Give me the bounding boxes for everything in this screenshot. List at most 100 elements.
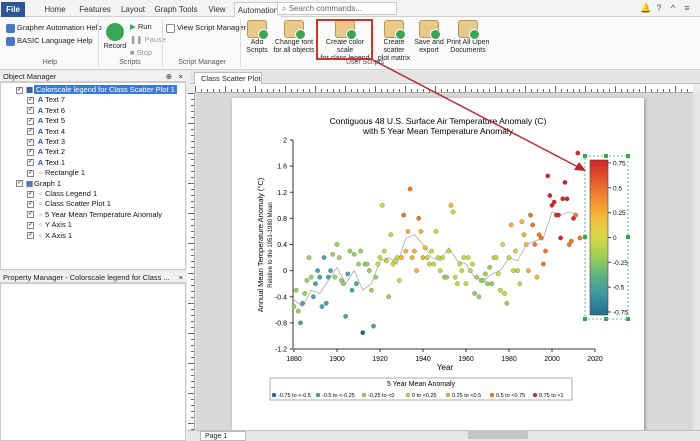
- data-point: [375, 261, 381, 267]
- y-axis-sublabel: Relative to the 1951-1980 Mean: [268, 202, 274, 287]
- data-point: [502, 291, 508, 296]
- data-point: [482, 271, 488, 277]
- data-point: [568, 238, 574, 244]
- data-point: [465, 255, 471, 260]
- data-point: [401, 212, 406, 218]
- data-point: [519, 219, 525, 224]
- data-point: [308, 274, 314, 280]
- data-point: [577, 235, 583, 241]
- data-point: [573, 212, 579, 218]
- class-legend-swatch: [361, 392, 367, 398]
- data-point: [498, 287, 503, 293]
- x-tick-label: 1960: [458, 356, 474, 363]
- data-point: [356, 261, 361, 267]
- data-point: [534, 274, 540, 280]
- data-point: [407, 186, 413, 192]
- data-point: [315, 268, 320, 273]
- data-point: [525, 268, 531, 273]
- data-point: [429, 248, 434, 254]
- y-tick-label: 0.4: [277, 242, 287, 249]
- colorscale-tick-label: 0.5: [613, 185, 622, 192]
- data-point: [399, 255, 404, 260]
- data-point: [467, 268, 473, 273]
- data-point: [461, 255, 467, 260]
- data-point: [487, 265, 492, 270]
- data-point: [439, 255, 445, 260]
- data-point: [310, 294, 316, 300]
- data-point: [403, 248, 409, 254]
- page-tab[interactable]: Page 1: [200, 431, 246, 441]
- data-point: [545, 173, 551, 179]
- class-legend-label: 0.75 to <1: [539, 393, 564, 399]
- data-point: [506, 255, 512, 260]
- x-tick-label: 1980: [501, 356, 517, 363]
- selection-handle: [626, 154, 630, 158]
- data-point: [371, 323, 376, 329]
- data-point: [373, 274, 379, 280]
- x-tick-label: 1940: [415, 356, 431, 363]
- data-point: [298, 320, 303, 326]
- data-point: [448, 202, 454, 208]
- data-point: [323, 300, 329, 306]
- data-point: [412, 248, 417, 254]
- selection-handle: [583, 154, 587, 158]
- page-tab-bar: [187, 430, 700, 441]
- chart: Contiguous 48 U.S. Surface Air Temperatu…: [256, 59, 630, 401]
- data-point: [328, 268, 333, 273]
- data-point: [332, 274, 338, 280]
- data-point: [560, 196, 566, 202]
- data-point: [489, 281, 495, 287]
- data-point: [480, 278, 486, 283]
- data-point: [414, 268, 419, 273]
- data-point: [334, 242, 340, 247]
- class-legend-swatch: [405, 392, 411, 398]
- data-point: [493, 255, 499, 260]
- data-point: [463, 281, 469, 287]
- class-legend-swatch: [532, 392, 538, 398]
- data-point: [521, 232, 527, 238]
- data-point: [422, 245, 428, 251]
- data-point: [476, 294, 482, 300]
- colorscale-tick-label: 0.75: [613, 161, 626, 168]
- data-point: [513, 248, 518, 254]
- data-point: [424, 255, 430, 260]
- y-tick-label: -0.8: [275, 320, 287, 327]
- data-point: [541, 261, 546, 267]
- data-point: [420, 255, 426, 260]
- data-point: [547, 193, 553, 198]
- data-point: [450, 209, 456, 215]
- data-point: [379, 202, 385, 208]
- x-tick-label: 1880: [286, 356, 302, 363]
- data-point: [295, 308, 301, 314]
- class-legend-title: 5 Year Mean Anomaly: [387, 381, 456, 388]
- data-point: [495, 271, 501, 277]
- y-tick-label: 1.6: [277, 164, 287, 171]
- selection-handle: [583, 235, 587, 239]
- class-legend-label: -0.25 to <0: [368, 393, 394, 399]
- data-point: [427, 261, 432, 267]
- y-tick-label: 2: [283, 138, 287, 145]
- data-point: [293, 287, 299, 293]
- data-point: [388, 232, 394, 238]
- y-axis-label: Annual Mean Temperature Anomaly (°C): [256, 177, 265, 312]
- colorscale-bar: [589, 159, 609, 316]
- y-tick-label: 0.8: [277, 216, 287, 223]
- data-point: [416, 216, 422, 221]
- data-point: [452, 274, 458, 280]
- vertical-scrollbar[interactable]: [693, 93, 700, 430]
- data-point: [446, 248, 452, 254]
- colorscale-tick-label: 0.25: [613, 210, 626, 217]
- data-point: [360, 330, 366, 336]
- data-point: [313, 281, 318, 287]
- selection-handle: [604, 154, 608, 158]
- data-point: [394, 255, 400, 260]
- data-point: [532, 242, 538, 247]
- data-point: [345, 271, 351, 277]
- data-point: [528, 212, 533, 218]
- data-point: [409, 255, 415, 260]
- horizontal-scrollbar-thumb[interactable]: [468, 431, 528, 439]
- data-point: [341, 281, 346, 287]
- class-legend-label: -0.5 to <-0.25: [322, 393, 355, 399]
- data-point: [304, 278, 310, 283]
- class-legend-swatch: [315, 392, 321, 398]
